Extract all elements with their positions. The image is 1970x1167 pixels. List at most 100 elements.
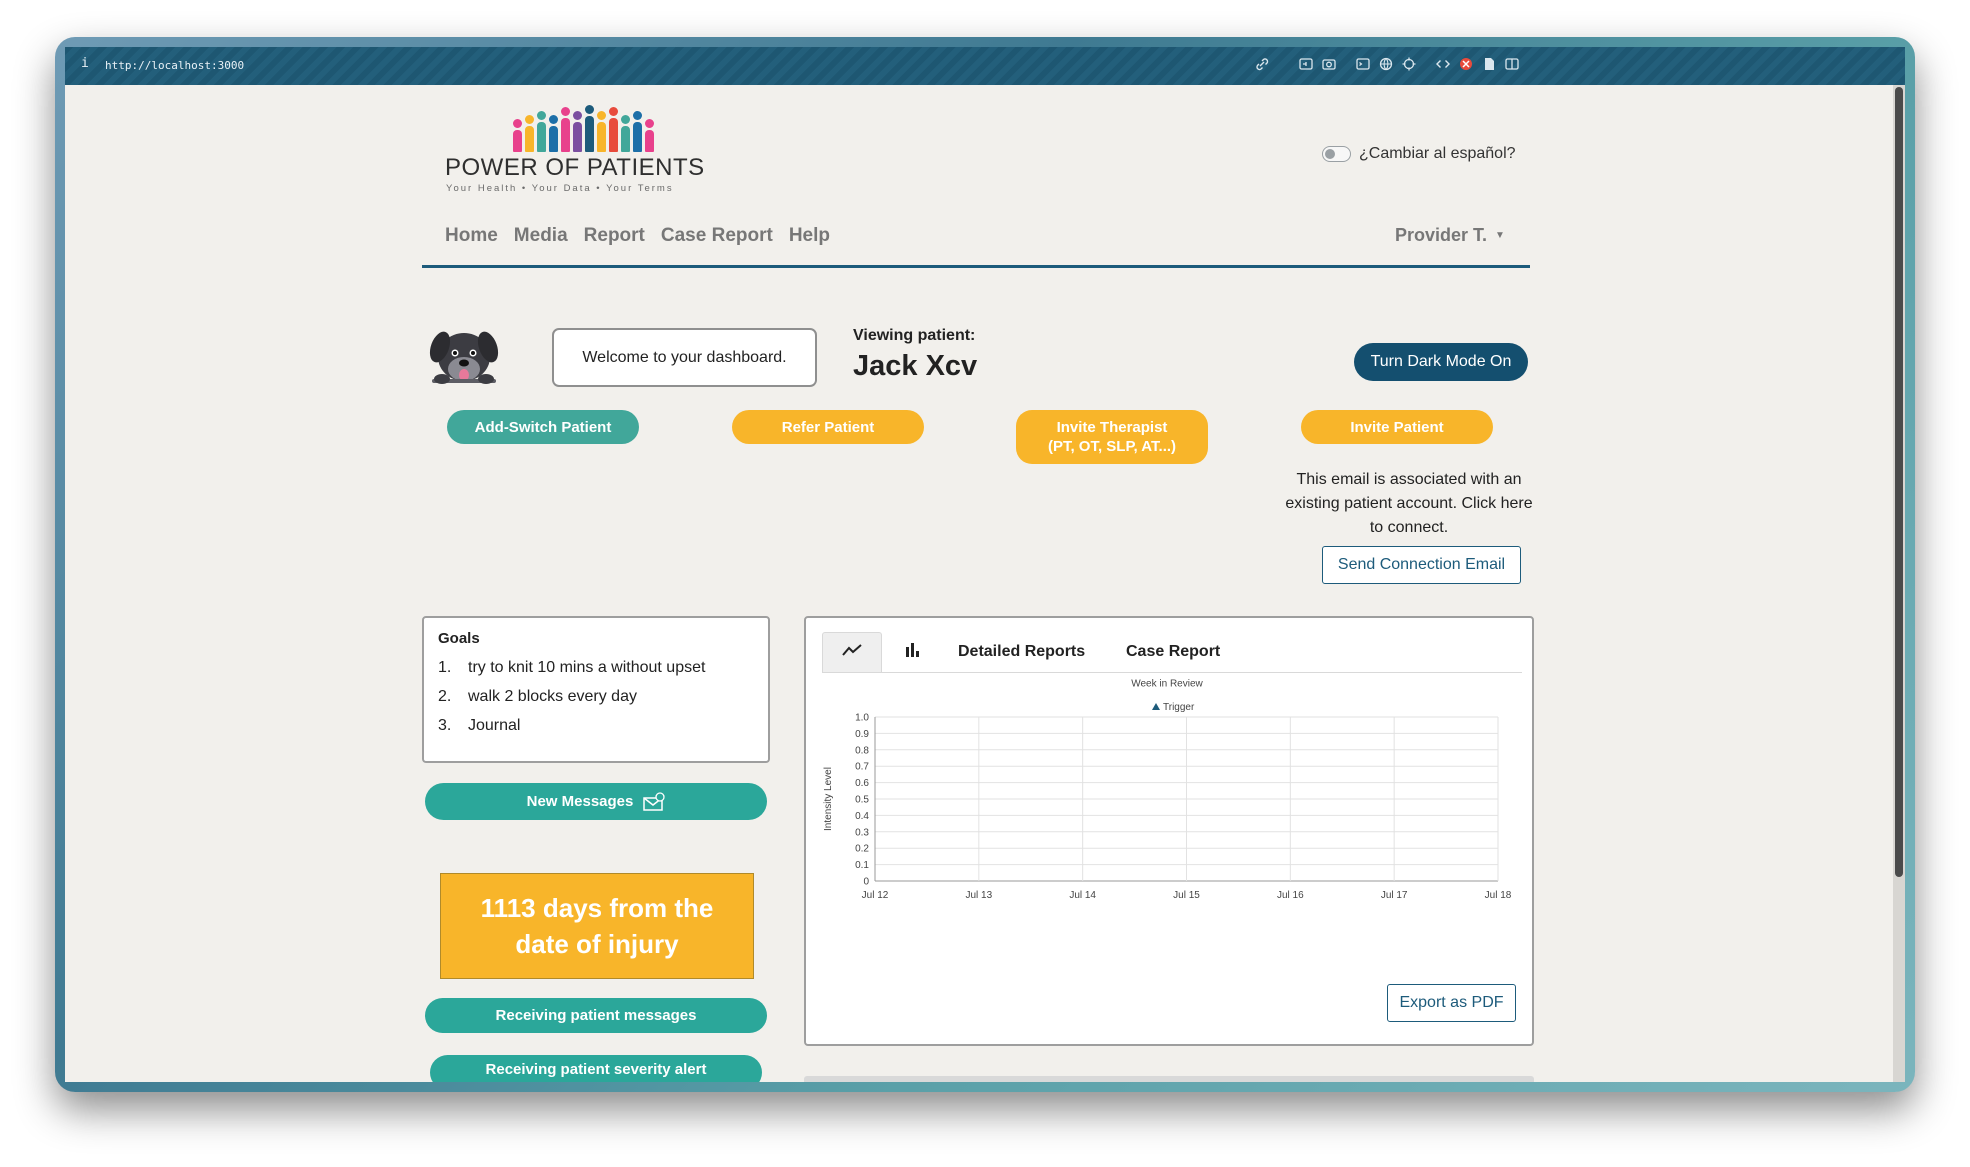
logo-person-body	[537, 122, 546, 152]
patient-name: Jack Xcv	[853, 350, 978, 382]
power-of-patients-logo[interactable]: POWER OF PATIENTS Your Health • Your Dat…	[445, 105, 705, 194]
logo-tagline: Your Health • Your Data • Your Terms	[446, 183, 674, 194]
goals-title: Goals	[438, 630, 480, 647]
logo-person	[645, 119, 654, 152]
logo-person-head	[525, 115, 534, 124]
logo-person	[549, 115, 558, 152]
code-icon[interactable]	[1435, 56, 1451, 72]
logo-person	[585, 105, 594, 152]
logo-person-head	[537, 111, 546, 120]
y-tick-label: 0.4	[855, 811, 869, 822]
logo-person	[609, 107, 618, 152]
nav-help[interactable]: Help	[789, 225, 830, 247]
logo-person-head	[585, 105, 594, 114]
logo-name: POWER OF PATIENTS	[445, 154, 705, 181]
language-toggle[interactable]: ¿Cambiar al español?	[1322, 145, 1516, 163]
x-tick-label: Jul 14	[1069, 890, 1096, 901]
invite-therapist-roles: (PT, OT, SLP, AT...)	[1047, 438, 1177, 455]
y-tick-label: 0.9	[855, 729, 869, 740]
provider-name: Provider T.	[1395, 225, 1488, 245]
viewing-patient-label: Viewing patient:	[853, 327, 976, 344]
logo-person-head	[621, 115, 630, 124]
week-in-review-chart: Week in Review Trigger 0 0.1 0.2 0.3 0.4 0.5 0.6…	[823, 678, 1512, 901]
invite-therapist-button[interactable]: Invite Therapist (PT, OT, SLP, AT...)	[1016, 410, 1208, 464]
blocked-icon[interactable]	[1458, 56, 1474, 72]
nav-media[interactable]: Media	[514, 225, 568, 247]
association-message: This email is associated with an existin…	[1285, 471, 1533, 536]
logo-person-head	[549, 115, 558, 124]
y-tick-label: 0.8	[855, 745, 869, 756]
x-tick-label: Jul 16	[1277, 890, 1304, 901]
line-chart-icon	[842, 643, 862, 662]
bar-chart-icon	[905, 642, 921, 662]
y-tick-label: 0	[863, 877, 869, 888]
logo-person	[573, 111, 582, 152]
terminal-icon[interactable]	[1355, 56, 1371, 72]
tab-bar-chart[interactable]	[898, 632, 928, 672]
y-tick-label: 0.1	[855, 860, 869, 871]
new-messages-button[interactable]: New Messages	[425, 783, 767, 820]
browser-window: i http://localhost:3000 POWER OF PATIENT…	[55, 37, 1915, 1092]
next-card-edge	[804, 1076, 1534, 1082]
y-tick-label: 0.6	[855, 778, 869, 789]
tab-line-chart[interactable]	[822, 632, 882, 672]
mail-icon	[643, 791, 666, 812]
info-icon[interactable]: i	[81, 56, 89, 71]
logo-people-graphic	[513, 105, 685, 152]
x-tick-label: Jul 15	[1173, 890, 1200, 901]
goal-number: 1.	[438, 659, 452, 676]
y-tick-label: 0.3	[855, 827, 869, 838]
logo-person	[621, 115, 630, 152]
logo-person	[537, 111, 546, 152]
invite-patient-button[interactable]: Invite Patient	[1301, 410, 1493, 444]
logo-person-head	[633, 111, 642, 120]
y-tick-label: 1.0	[855, 713, 869, 724]
tab-detailed-reports[interactable]: Detailed Reports	[958, 632, 1085, 672]
crosshair-icon[interactable]	[1401, 56, 1417, 72]
chart-tabs: Detailed Reports Case Report	[822, 632, 1522, 673]
caret-down-icon: ▼	[1495, 230, 1505, 241]
y-tick-label: 0.7	[855, 762, 869, 773]
add-switch-patient-button[interactable]: Add-Switch Patient	[447, 410, 639, 444]
globe-icon[interactable]	[1378, 56, 1394, 72]
goal-item: 2. walk 2 blocks every day	[438, 682, 754, 711]
tab-case-report[interactable]: Case Report	[1126, 632, 1220, 672]
nav-home[interactable]: Home	[445, 225, 498, 247]
y-tick-label: 0.5	[855, 795, 869, 806]
receiving-messages-button[interactable]: Receiving patient messages	[425, 998, 767, 1033]
logo-person-body	[513, 130, 522, 152]
address-bar[interactable]: i http://localhost:3000	[65, 47, 1905, 85]
screen-capture-icon[interactable]	[1298, 56, 1314, 72]
dark-mode-button[interactable]: Turn Dark Mode On	[1354, 343, 1528, 381]
logo-person-body	[573, 122, 582, 152]
nav-report[interactable]: Report	[584, 225, 645, 247]
url-text[interactable]: http://localhost:3000	[105, 59, 244, 72]
refer-patient-button[interactable]: Refer Patient	[732, 410, 924, 444]
toggle-switch[interactable]	[1322, 146, 1351, 162]
receiving-severity-alert-button[interactable]: Receiving patient severity alert	[430, 1055, 762, 1082]
logo-person-body	[609, 118, 618, 152]
export-pdf-button[interactable]: Export as PDF	[1387, 984, 1516, 1022]
scrollbar-thumb[interactable]	[1895, 87, 1903, 877]
link-icon[interactable]	[1254, 56, 1270, 72]
logo-person-body	[549, 126, 558, 152]
logo-person	[513, 119, 522, 152]
goal-item: 1. try to knit 10 mins a without upset	[438, 653, 754, 682]
nav-case-report[interactable]: Case Report	[661, 225, 773, 247]
goal-text: Journal	[468, 717, 521, 734]
send-connection-email-button[interactable]: Send Connection Email	[1322, 546, 1521, 584]
goal-number: 2.	[438, 688, 452, 705]
document-icon[interactable]	[1481, 56, 1497, 72]
logo-person-body	[633, 122, 642, 152]
camera-icon[interactable]	[1321, 56, 1337, 72]
logo-person	[561, 107, 570, 152]
legend-label: Trigger	[1163, 702, 1195, 713]
toggle-knob	[1325, 149, 1335, 159]
scrollbar[interactable]	[1893, 85, 1905, 1082]
goal-text: try to knit 10 mins a without upset	[468, 659, 706, 676]
provider-dropdown[interactable]: Provider T. ▼	[1395, 225, 1505, 246]
y-axis-label: Intensity Level	[823, 767, 834, 831]
language-toggle-label: ¿Cambiar al español?	[1359, 145, 1516, 162]
dog-avatar	[422, 317, 506, 389]
split-view-icon[interactable]	[1504, 56, 1520, 72]
